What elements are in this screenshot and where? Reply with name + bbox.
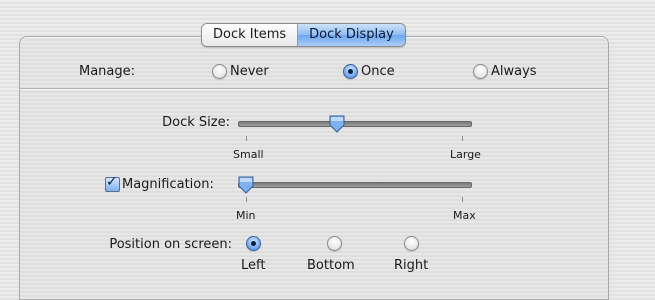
dock-size-tick-max xyxy=(462,136,463,141)
position-left-radio[interactable] xyxy=(246,236,261,251)
tab-bar: Dock Items Dock Display xyxy=(201,23,406,47)
manage-always-radio[interactable] xyxy=(473,64,488,79)
position-label: Position on screen: xyxy=(109,237,232,252)
dock-size-min-label: Small xyxy=(233,148,264,161)
manage-once-radio[interactable] xyxy=(343,64,358,79)
manage-once-label: Once xyxy=(361,64,395,79)
magnification-label: Magnification: xyxy=(122,177,214,192)
magnification-slider-thumb[interactable] xyxy=(238,176,254,194)
dock-size-track[interactable] xyxy=(238,121,472,127)
magnification-track[interactable] xyxy=(238,182,472,188)
dock-size-max-label: Large xyxy=(450,148,481,161)
magnification-checkbox[interactable]: ✓ xyxy=(105,174,120,192)
dock-size-slider-thumb[interactable] xyxy=(329,115,345,133)
manage-never-radio[interactable] xyxy=(212,64,227,79)
position-bottom-label: Bottom xyxy=(307,258,355,273)
manage-never-label: Never xyxy=(230,64,269,79)
magnification-max-label: Max xyxy=(453,209,476,222)
position-right-label: Right xyxy=(394,258,429,273)
dock-size-label: Dock Size: xyxy=(162,115,230,130)
tab-dock-items[interactable]: Dock Items xyxy=(202,24,299,46)
dock-size-tick-min xyxy=(246,136,247,141)
magnification-min-label: Min xyxy=(236,209,256,222)
manage-always-label: Always xyxy=(491,64,537,79)
manage-label: Manage: xyxy=(79,64,136,79)
checkmark-icon: ✓ xyxy=(106,174,118,190)
magnification-tick-max xyxy=(462,197,463,202)
magnification-tick-min xyxy=(246,197,247,202)
tab-dock-display[interactable]: Dock Display xyxy=(298,24,405,46)
position-bottom-radio[interactable] xyxy=(327,236,342,251)
position-right-radio[interactable] xyxy=(404,236,419,251)
divider xyxy=(20,88,608,89)
position-left-label: Left xyxy=(241,258,266,273)
